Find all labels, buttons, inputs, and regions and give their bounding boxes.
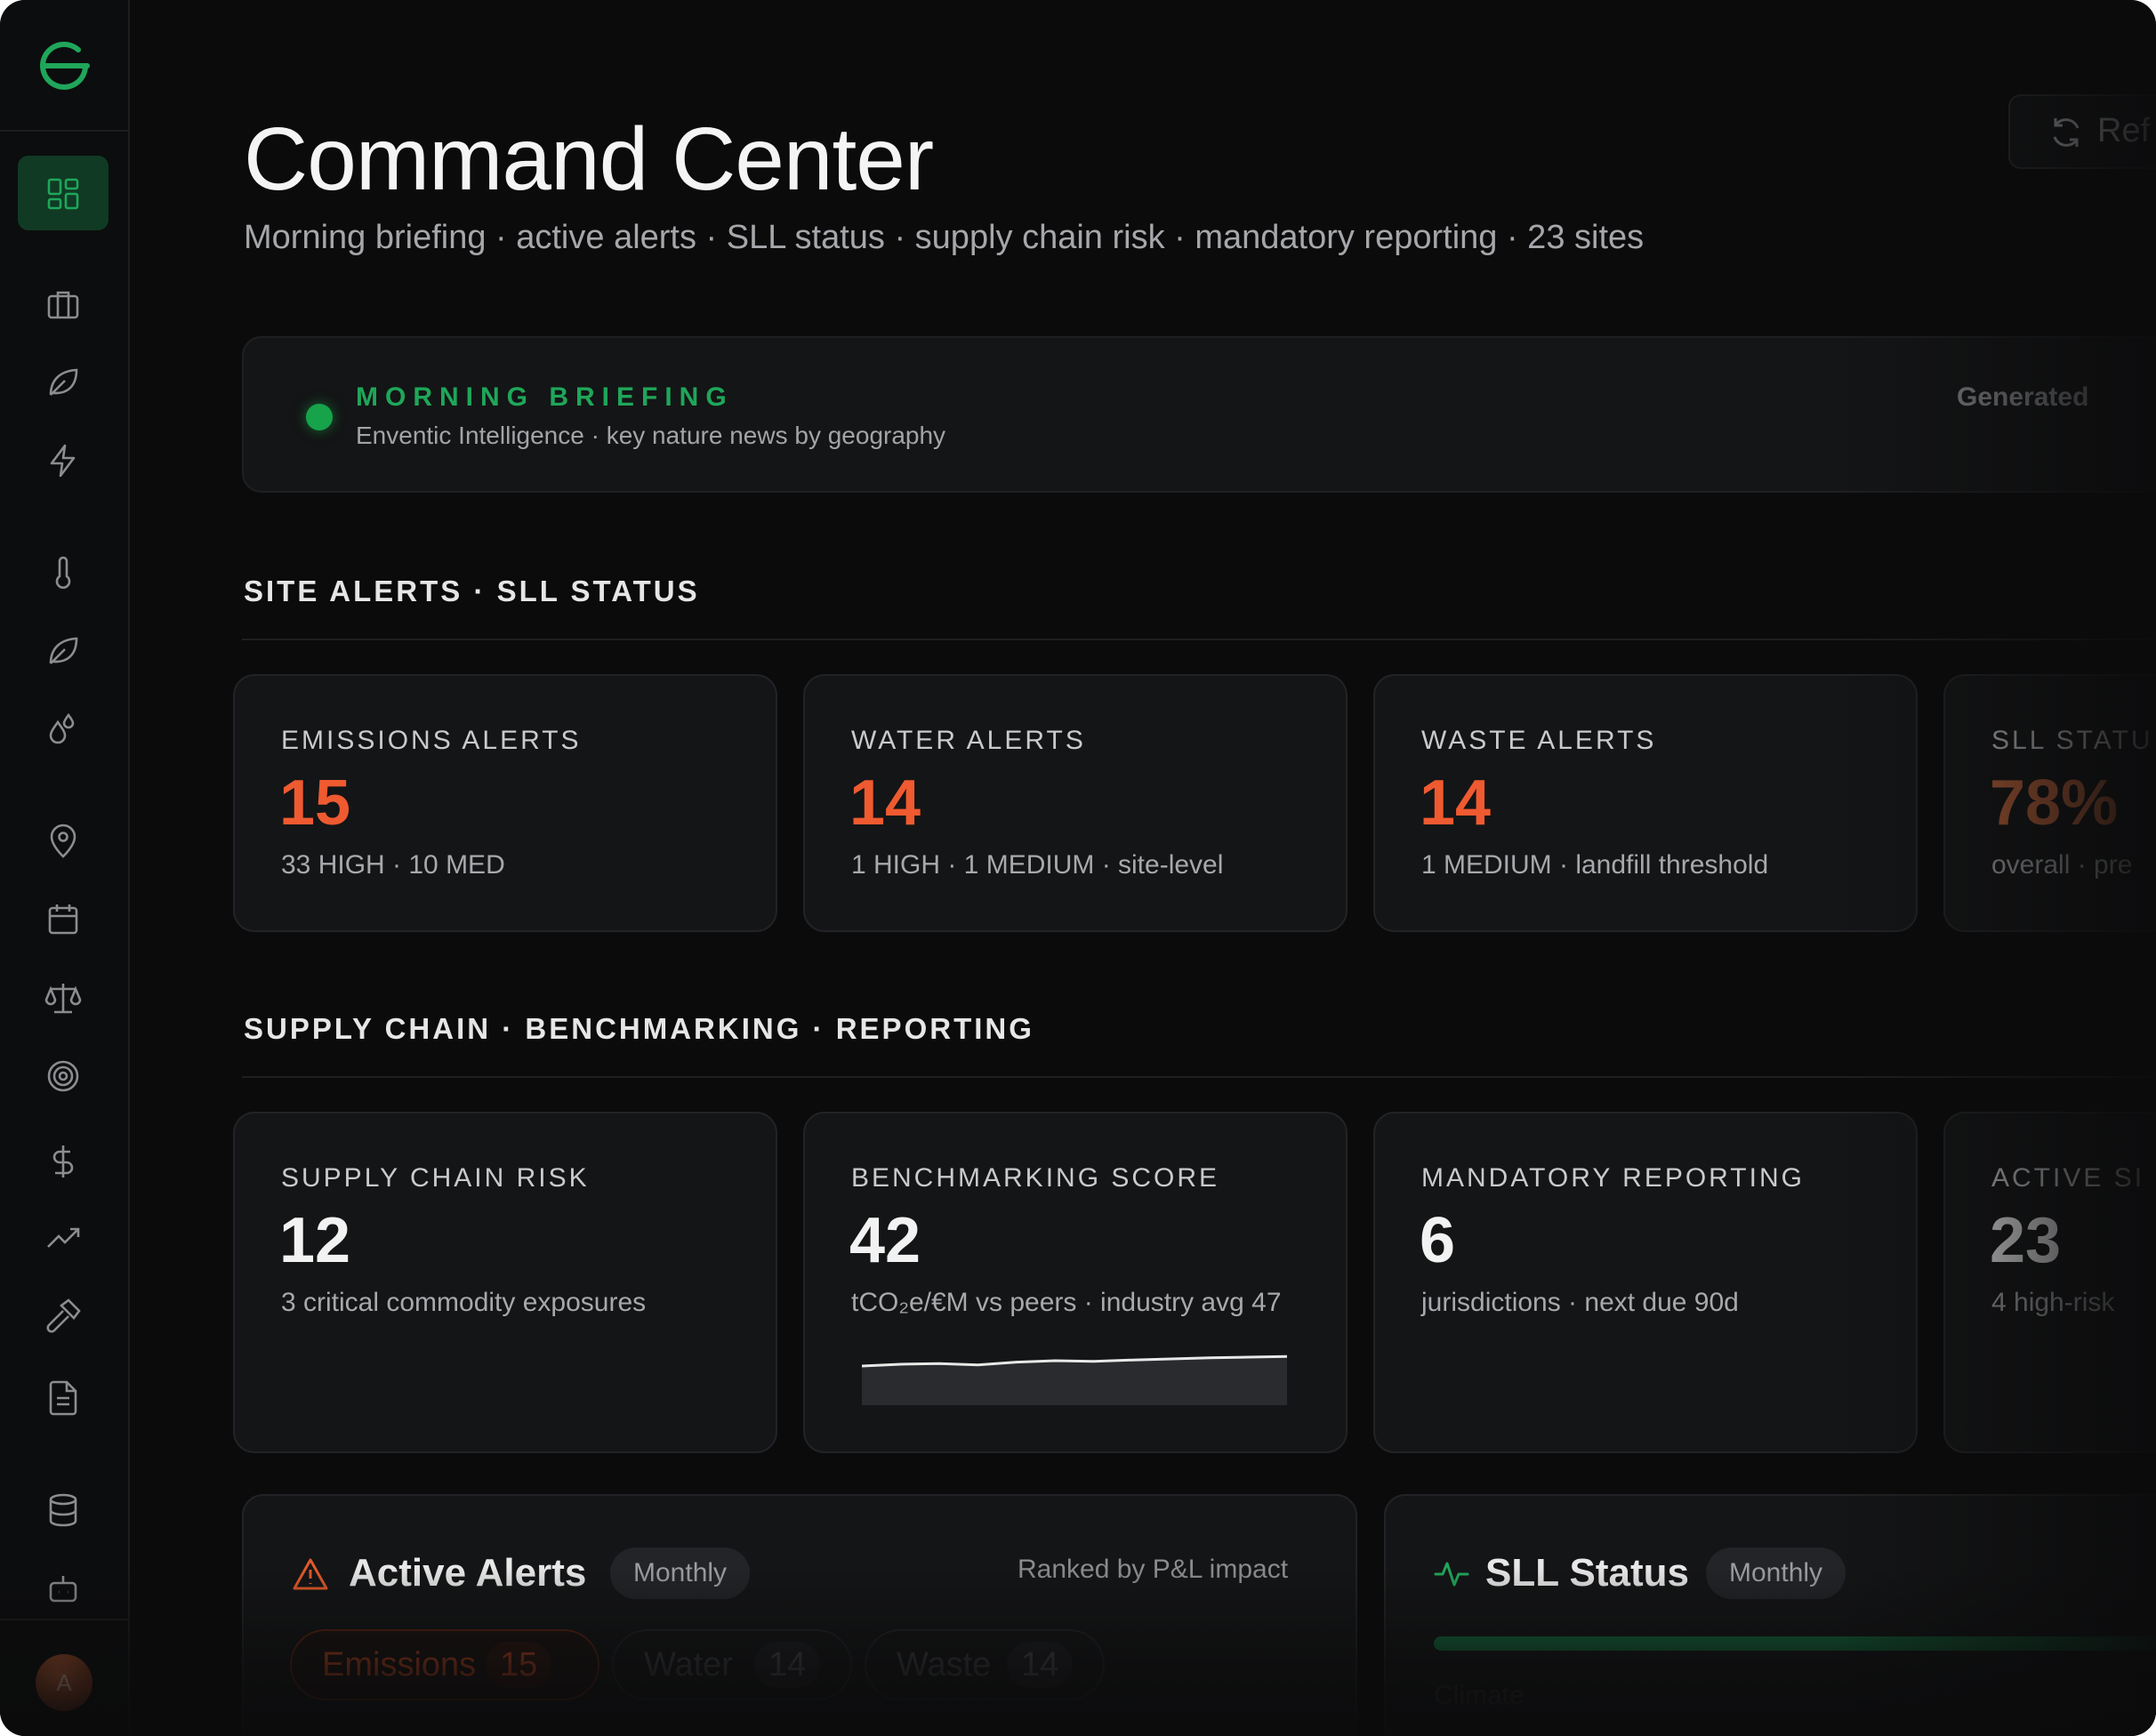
card-value: 14 (1420, 768, 1492, 839)
benchmark-sparkline (862, 1354, 1287, 1405)
refresh-button[interactable]: Ref (2008, 94, 2156, 169)
main-content: Command Center Morning briefing · active… (130, 0, 2156, 1736)
lightning-icon[interactable] (44, 441, 83, 480)
tab-label: Waste (897, 1646, 992, 1684)
dashboard-icon[interactable] (44, 174, 83, 213)
sll-status-title: SLL Status (1485, 1551, 1690, 1595)
briefing-title: MORNING BRIEFING (356, 382, 734, 412)
thermometer-icon[interactable] (44, 553, 83, 592)
refresh-icon (2053, 118, 2080, 147)
tab-count-badge: 14 (1007, 1642, 1074, 1688)
divider (242, 1076, 2156, 1078)
water-alerts-card[interactable]: WATER ALERTS 14 1 HIGH · 1 MEDIUM · site… (803, 674, 1348, 932)
briefcase-icon[interactable] (44, 285, 83, 324)
hammer-icon[interactable] (44, 1297, 83, 1336)
leaf-icon[interactable] (44, 631, 83, 671)
tab-water[interactable]: Water 14 (612, 1629, 852, 1700)
period-badge[interactable]: Monthly (1706, 1547, 1846, 1599)
page-subtitle: Morning briefing · active alerts · SLL s… (244, 219, 1645, 256)
card-subtext: 3 critical commodity exposures (281, 1288, 647, 1317)
card-label: EMISSIONS ALERTS (281, 726, 582, 755)
app-window: A Command Center Morning briefing · acti… (0, 0, 2156, 1736)
tab-label: Emissions (322, 1646, 477, 1684)
card-value: 15 (279, 768, 351, 839)
emissions-alerts-card[interactable]: EMISSIONS ALERTS 15 33 HIGH · 10 MED (233, 674, 777, 932)
refresh-label: Ref (2097, 112, 2151, 149)
database-icon[interactable] (44, 1491, 83, 1530)
tab-count-badge: 15 (486, 1642, 552, 1688)
benchmarking-score-card[interactable]: BENCHMARKING SCORE 42 tCO₂e/€M vs peers … (803, 1112, 1348, 1453)
active-alerts-panel: Active Alerts Monthly Ranked by P&L impa… (242, 1494, 1357, 1736)
trending-up-icon[interactable] (44, 1218, 83, 1258)
card-label: WATER ALERTS (851, 726, 1086, 755)
card-label: ACTIVE SI (1991, 1163, 2145, 1193)
waste-alerts-card[interactable]: WASTE ALERTS 14 1 MEDIUM · landfill thre… (1373, 674, 1918, 932)
card-label: BENCHMARKING SCORE (851, 1163, 1220, 1193)
period-badge[interactable]: Monthly (610, 1547, 751, 1599)
calendar-icon[interactable] (44, 900, 83, 939)
divider (242, 639, 2156, 640)
warning-icon (293, 1558, 328, 1590)
card-subtext: tCO₂e/€M vs peers · industry avg 47 (851, 1288, 1282, 1317)
card-label: SUPPLY CHAIN RISK (281, 1163, 590, 1193)
tab-emissions[interactable]: Emissions 15 (290, 1629, 599, 1700)
activity-icon (1434, 1562, 1469, 1587)
card-value: 6 (1420, 1205, 1456, 1276)
card-subtext: jurisdictions · next due 90d (1421, 1288, 1739, 1317)
scale-icon[interactable] (44, 978, 83, 1017)
card-label: SLL STATU (1991, 726, 2153, 755)
card-label: MANDATORY REPORTING (1421, 1163, 1805, 1193)
section-heading-site-alerts: SITE ALERTS · SLL STATUS (244, 575, 700, 607)
tab-waste[interactable]: Waste 14 (865, 1629, 1105, 1700)
morning-briefing-card[interactable]: MORNING BRIEFING Enventic Intelligence ·… (242, 336, 2156, 493)
sll-status-panel: SLL Status Monthly Climate (1384, 1494, 2156, 1736)
ranking-note: Ranked by P&L impact (1018, 1555, 1289, 1584)
tab-label: Water (644, 1646, 733, 1684)
sll-row-label: Climate (1434, 1681, 1524, 1710)
dollar-icon[interactable] (44, 1142, 83, 1181)
card-value: 42 (849, 1205, 921, 1276)
sll-progress-bar (1434, 1636, 2156, 1651)
map-pin-icon[interactable] (44, 822, 83, 861)
sidebar: A (0, 0, 130, 1736)
card-value: 14 (849, 768, 921, 839)
document-icon[interactable] (44, 1378, 83, 1418)
leaf-icon[interactable] (44, 363, 83, 402)
section-heading-supply-chain: SUPPLY CHAIN · BENCHMARKING · REPORTING (244, 1012, 1034, 1045)
tab-count-badge: 14 (754, 1642, 821, 1688)
card-subtext: 4 high-risk (1991, 1288, 2115, 1317)
card-label: WASTE ALERTS (1421, 726, 1657, 755)
card-subtext: 1 HIGH · 1 MEDIUM · site-level (851, 850, 1224, 880)
sll-status-card[interactable]: SLL STATU 78% overall · pre (1943, 674, 2156, 932)
card-value: 23 (1990, 1205, 2062, 1276)
active-sites-card[interactable]: ACTIVE SI 23 4 high-risk (1943, 1112, 2156, 1453)
briefing-subtitle: Enventic Intelligence · key nature news … (356, 422, 946, 449)
logo-area (0, 0, 130, 132)
status-dot-icon (306, 404, 333, 430)
card-subtext: 33 HIGH · 10 MED (281, 850, 505, 880)
supply-chain-risk-card[interactable]: SUPPLY CHAIN RISK 12 3 critical commodit… (233, 1112, 777, 1453)
droplets-icon[interactable] (44, 710, 83, 749)
avatar[interactable]: A (36, 1654, 93, 1711)
briefing-generated: Generated (1957, 382, 2089, 412)
card-subtext: overall · pre (1991, 850, 2133, 880)
card-value: 12 (279, 1205, 351, 1276)
target-icon[interactable] (44, 1057, 83, 1096)
page-title: Command Center (244, 109, 934, 209)
card-subtext: 1 MEDIUM · landfill threshold (1421, 850, 1769, 880)
robot-icon[interactable] (44, 1569, 83, 1608)
user-area: A (0, 1619, 130, 1736)
enventic-logo-icon (40, 41, 90, 90)
mandatory-reporting-card[interactable]: MANDATORY REPORTING 6 jurisdictions · ne… (1373, 1112, 1918, 1453)
card-value: 78% (1990, 768, 2119, 839)
active-alerts-title: Active Alerts (349, 1551, 587, 1595)
